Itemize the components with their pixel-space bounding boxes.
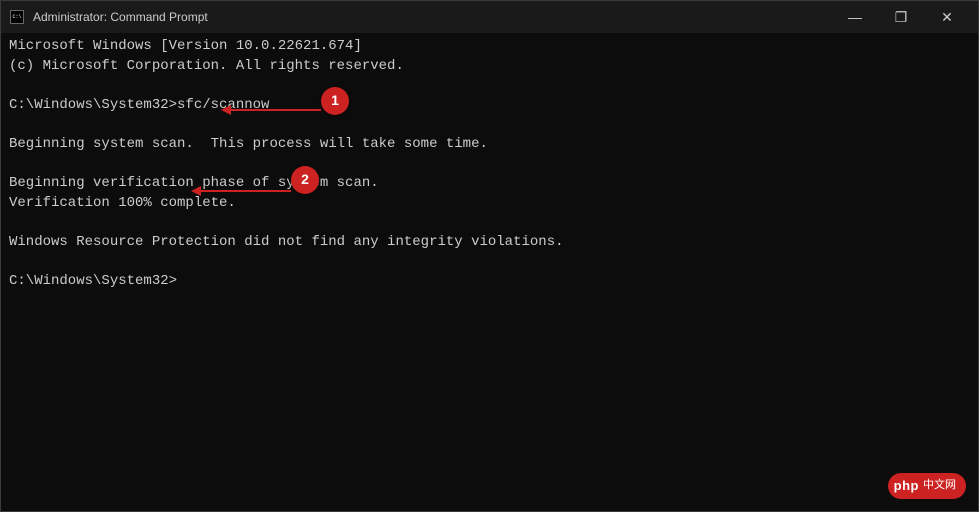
watermark: php 中文网 bbox=[888, 473, 966, 499]
maximize-button[interactable]: ❐ bbox=[878, 1, 924, 33]
title-bar: Administrator: Command Prompt — ❐ ✕ bbox=[1, 1, 978, 33]
annotation-badge-2: 2 bbox=[291, 166, 319, 194]
cmd-icon bbox=[9, 9, 25, 25]
minimize-button[interactable]: — bbox=[832, 1, 878, 33]
annotation-1-badge-container: 1 bbox=[321, 87, 349, 115]
title-bar-left: Administrator: Command Prompt bbox=[9, 9, 208, 25]
close-button[interactable]: ✕ bbox=[924, 1, 970, 33]
terminal-blank-2 bbox=[9, 115, 970, 135]
terminal-blank-3 bbox=[9, 155, 970, 175]
window: Administrator: Command Prompt — ❐ ✕ Micr… bbox=[0, 0, 979, 512]
watermark-cn: 中文网 bbox=[923, 478, 956, 493]
terminal-line-prompt: C:\Windows\System32> bbox=[9, 272, 970, 292]
annotation-2-badge-container: 2 bbox=[291, 166, 319, 194]
terminal-line-scan: Beginning system scan. This process will… bbox=[9, 135, 970, 155]
terminal-line-1: Microsoft Windows [Version 10.0.22621.67… bbox=[9, 37, 970, 57]
watermark-php: php bbox=[894, 477, 919, 495]
terminal-body: Microsoft Windows [Version 10.0.22621.67… bbox=[1, 33, 978, 511]
annotation-badge-1: 1 bbox=[321, 87, 349, 115]
window-title: Administrator: Command Prompt bbox=[33, 10, 208, 24]
title-bar-controls: — ❐ ✕ bbox=[832, 1, 970, 33]
terminal-line-result: Windows Resource Protection did not find… bbox=[9, 233, 970, 253]
terminal-blank-4 bbox=[9, 213, 970, 233]
terminal-blank-5 bbox=[9, 253, 970, 273]
terminal-line-verify-complete: Verification 100% complete. bbox=[9, 194, 970, 214]
terminal-line-2: (c) Microsoft Corporation. All rights re… bbox=[9, 57, 970, 77]
terminal-line-verify-start: Beginning verification phase of system s… bbox=[9, 174, 970, 194]
terminal-blank-1 bbox=[9, 76, 970, 96]
terminal-line-command: C:\Windows\System32>sfc/scannow bbox=[9, 96, 970, 116]
